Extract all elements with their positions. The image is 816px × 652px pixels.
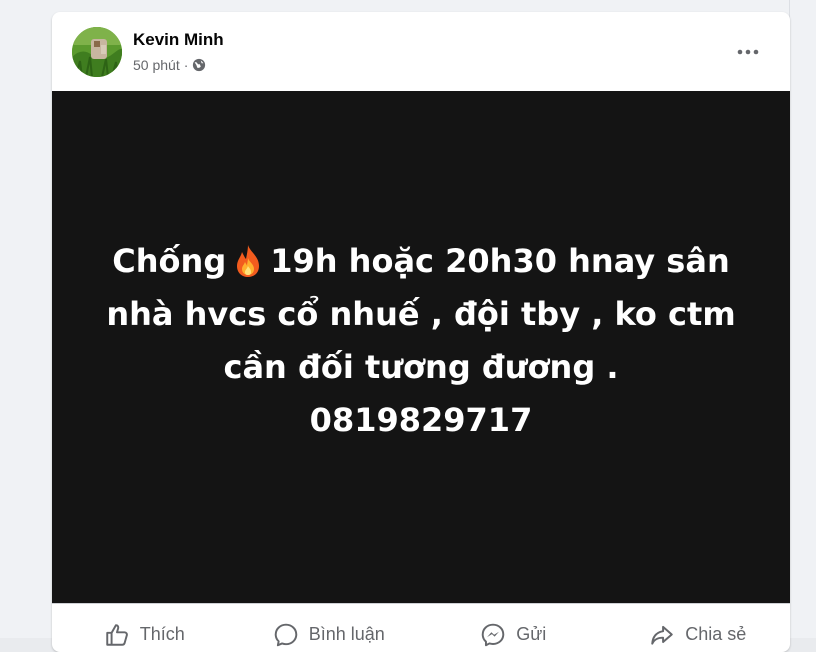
more-options-icon <box>737 49 759 55</box>
text-post-background[interactable]: Chống 19h hoặc 20h30 hnay sân nhà hvcs c… <box>52 91 790 603</box>
send-label: Gửi <box>516 624 547 644</box>
author-name[interactable]: Kevin Minh <box>133 30 224 50</box>
post-text-line-4: 0819829717 <box>309 401 533 439</box>
share-icon <box>651 625 673 645</box>
send-button[interactable]: Gửi <box>421 604 606 652</box>
post-text-line-3: cần đối tương đương . <box>223 348 619 386</box>
post-card: Kevin Minh 50 phút · Chống 19h hoặc 20h3… <box>52 12 790 652</box>
post-header: Kevin Minh 50 phút · <box>52 12 790 91</box>
meta-separator: · <box>183 57 189 73</box>
fire-icon <box>232 241 264 277</box>
like-label: Thích <box>139 624 185 644</box>
post-text: Chống 19h hoặc 20h30 hnay sân nhà hvcs c… <box>91 235 751 447</box>
share-button[interactable]: Chia sẻ <box>606 604 791 652</box>
share-label: Chia sẻ <box>685 624 747 644</box>
post-text-line-2: nhà hvcs cổ nhuế , đội tby , ko ctm <box>106 295 736 333</box>
comment-button[interactable]: Bình luận <box>237 604 422 652</box>
right-column-edge <box>789 0 816 638</box>
post-action-bar: Thích Bình luận Gửi Chia sẻ <box>52 603 790 652</box>
post-text-line-1-rest: 19h hoặc 20h30 hnay sân <box>270 242 730 280</box>
like-button[interactable]: Thích <box>52 604 237 652</box>
messenger-icon <box>481 623 505 646</box>
comment-icon <box>274 623 297 646</box>
post-text-line-1: Chống 19h hoặc 20h30 hnay sân <box>91 235 751 288</box>
more-options-button[interactable] <box>730 34 766 70</box>
globe-icon <box>192 58 206 72</box>
post-text-word: Chống <box>112 242 227 280</box>
post-timestamp[interactable]: 50 phút <box>133 57 180 73</box>
author-avatar[interactable] <box>72 27 122 77</box>
thumbs-up-icon <box>106 623 128 646</box>
comment-label: Bình luận <box>308 624 385 644</box>
post-meta: 50 phút · <box>133 56 206 74</box>
